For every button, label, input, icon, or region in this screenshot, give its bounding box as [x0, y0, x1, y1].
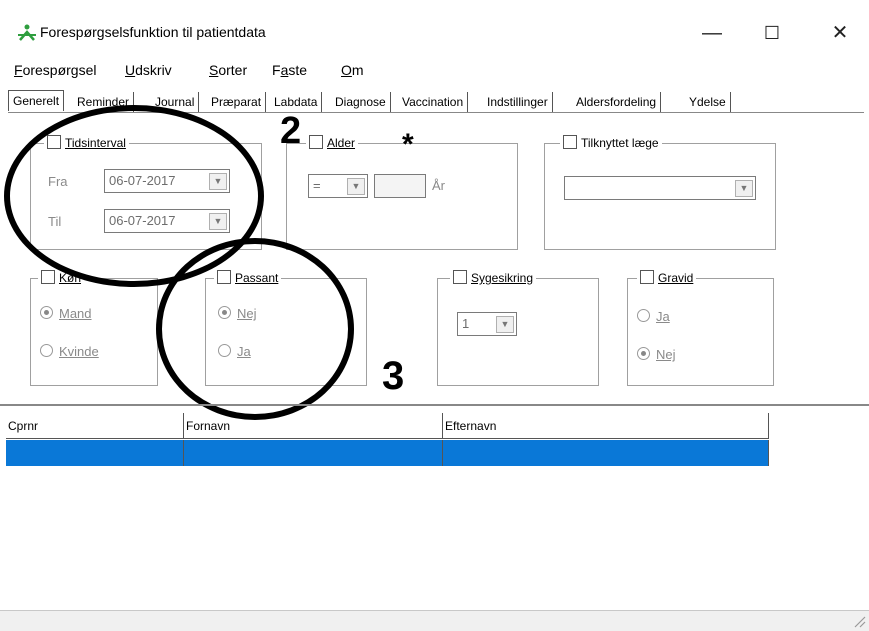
annotation-asterisk: * [402, 128, 414, 161]
radio-icon [40, 344, 53, 357]
tilknyttet-laege-select[interactable]: ▼ [564, 176, 756, 200]
maximize-button[interactable]: ☐ [752, 18, 792, 48]
gravid-checkbox[interactable]: Gravid [637, 270, 697, 285]
koen-option-kvinde[interactable]: Kvinde [40, 344, 99, 359]
radio-selected-icon [637, 347, 650, 360]
radio-icon [637, 309, 650, 322]
sygesikring-select[interactable]: 1 ▼ [457, 312, 517, 336]
annotation-number-2: 2 [280, 110, 302, 152]
radio-selected-icon [40, 306, 53, 319]
menu-faste[interactable]: Faste [272, 62, 307, 78]
alder-operator-select[interactable]: = ▼ [308, 174, 368, 198]
chevron-down-icon[interactable]: ▼ [496, 316, 514, 333]
app-icon [18, 24, 36, 41]
column-header-fornavn[interactable]: Fornavn [184, 413, 443, 439]
chevron-down-icon[interactable]: ▼ [735, 180, 753, 197]
alder-checkbox[interactable]: Alder [306, 135, 359, 150]
alder-input[interactable] [374, 174, 426, 198]
window-title: Forespørgselsfunktion til patientdata [40, 24, 266, 40]
tab-ydelse[interactable]: Ydelse [685, 92, 731, 112]
tab-diagnose[interactable]: Diagnose [331, 92, 391, 112]
menu-sorter[interactable]: Sorter [209, 62, 247, 78]
koen-option-mand[interactable]: Mand [40, 306, 92, 321]
alder-operator-value: = [313, 178, 321, 193]
annotation-number-3: 3 [382, 354, 405, 398]
menu-udskriv[interactable]: Udskriv [125, 62, 172, 78]
minimize-button[interactable]: — [692, 18, 732, 48]
tab-indstillinger[interactable]: Indstillinger [483, 92, 553, 112]
gravid-option-nej[interactable]: Nej [637, 347, 676, 362]
checkbox-icon [309, 135, 323, 149]
table-row-cell[interactable] [6, 440, 184, 466]
checkbox-icon [640, 270, 654, 284]
sygesikring-value: 1 [462, 316, 470, 331]
tab-aldersfordeling[interactable]: Aldersfordeling [572, 92, 662, 112]
resize-grip-icon[interactable] [852, 614, 866, 628]
alder-unit-label: År [432, 178, 445, 193]
chevron-down-icon[interactable]: ▼ [347, 178, 365, 195]
koen-group [30, 278, 158, 386]
tab-labdata[interactable]: Labdata [270, 92, 323, 112]
table-row-cell[interactable] [184, 440, 443, 466]
tab-praeparat[interactable]: Præparat [207, 92, 267, 112]
annotation-circle-passant [156, 238, 354, 420]
gravid-option-ja[interactable]: Ja [637, 309, 670, 324]
checkbox-icon [453, 270, 467, 284]
close-button[interactable]: ✕ [820, 18, 860, 48]
tab-vaccination[interactable]: Vaccination [398, 92, 469, 112]
column-header-efternavn[interactable]: Efternavn [443, 413, 769, 439]
tilknyttet-laege-checkbox[interactable]: Tilknyttet læge [560, 135, 662, 150]
checkbox-icon [41, 270, 55, 284]
grid-separator [0, 404, 869, 406]
column-header-cprnr[interactable]: Cprnr [6, 413, 184, 439]
checkbox-icon [563, 135, 577, 149]
status-bar [0, 610, 869, 631]
gravid-group [627, 278, 774, 386]
menu-foresporgsel[interactable]: Forespørgsel [14, 62, 96, 78]
tab-generelt[interactable]: Generelt [8, 90, 65, 111]
table-row-cell[interactable] [443, 440, 769, 466]
sygesikring-checkbox[interactable]: Sygesikring [450, 270, 537, 285]
menu-om[interactable]: Om [341, 62, 364, 78]
